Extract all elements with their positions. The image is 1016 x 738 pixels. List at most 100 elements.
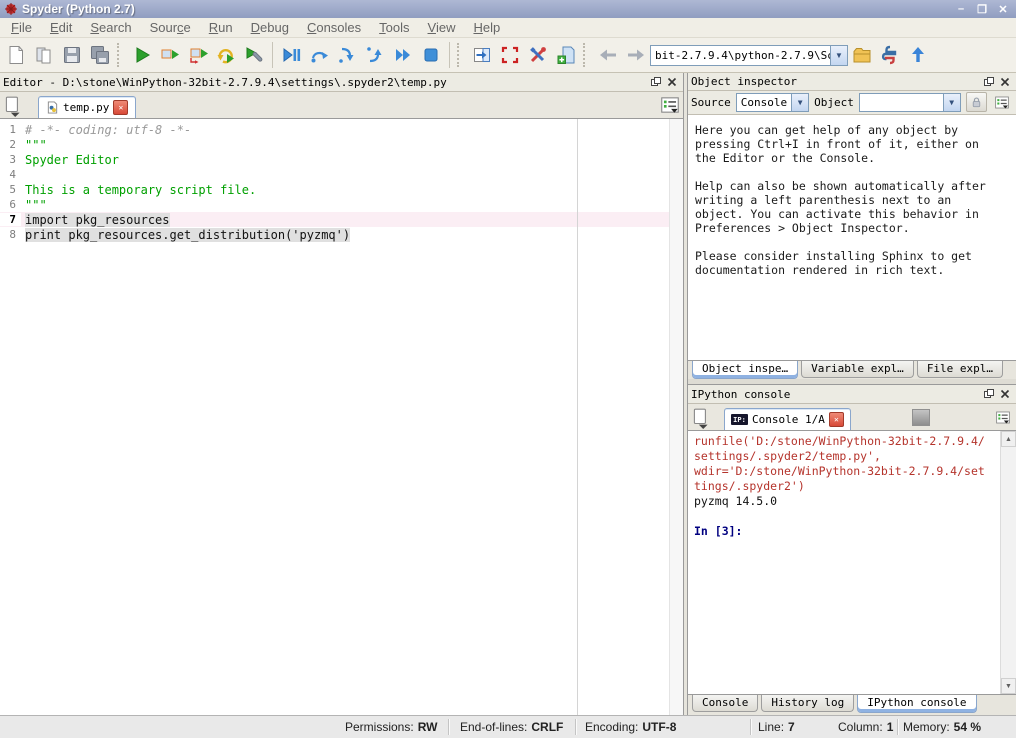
step-over-button[interactable] bbox=[305, 41, 333, 69]
close-tab-icon[interactable]: ✕ bbox=[113, 100, 128, 115]
code-editor[interactable]: 1# -*- coding: utf-8 -*-2"""3Spyder Edit… bbox=[0, 119, 683, 715]
continue-button[interactable] bbox=[389, 41, 417, 69]
tab-file-expl-[interactable]: File expl… bbox=[917, 361, 1003, 378]
browse-tabs-button[interactable] bbox=[2, 96, 24, 116]
open-file-button[interactable] bbox=[30, 41, 58, 69]
lock-button[interactable] bbox=[966, 92, 987, 112]
forward-button[interactable] bbox=[622, 41, 650, 69]
console-scrollbar[interactable]: ▲ ▼ bbox=[1000, 431, 1016, 694]
chevron-down-icon[interactable]: ▼ bbox=[943, 94, 960, 111]
minimize-button[interactable]: – bbox=[952, 2, 970, 16]
status-memory: Memory:54 % bbox=[903, 720, 981, 734]
line-number: 4 bbox=[0, 168, 21, 181]
open-directory-button[interactable] bbox=[848, 41, 876, 69]
code-line[interactable]: 2""" bbox=[0, 137, 683, 152]
code-line[interactable]: 8print pkg_resources.get_distribution('p… bbox=[0, 227, 683, 242]
inspector-help-text: Here you can get help of any object bypr… bbox=[688, 115, 1016, 360]
save-all-button[interactable] bbox=[86, 41, 114, 69]
python-path-manager-button[interactable] bbox=[552, 41, 580, 69]
chevron-down-icon[interactable]: ▼ bbox=[791, 94, 808, 111]
editor-scrollbar[interactable] bbox=[669, 119, 683, 715]
debug-button[interactable] bbox=[277, 41, 305, 69]
back-button[interactable] bbox=[594, 41, 622, 69]
chevron-down-icon[interactable]: ▼ bbox=[830, 46, 847, 65]
code-line[interactable]: 6""" bbox=[0, 197, 683, 212]
close-pane-icon[interactable] bbox=[664, 75, 680, 89]
console-tab-bar: IP: Console 1/A ✕ bbox=[688, 404, 1016, 431]
menu-debug[interactable]: Debug bbox=[242, 19, 298, 36]
new-file-button[interactable] bbox=[2, 41, 30, 69]
undock-pane-icon[interactable] bbox=[981, 75, 997, 89]
editor-options-button[interactable] bbox=[659, 95, 681, 115]
code-line[interactable]: 4 bbox=[0, 167, 683, 182]
main-toolbar: bit-2.7.9.4\python-2.7.9\Scripts ▼ bbox=[0, 38, 1016, 73]
spyder-app-icon bbox=[4, 2, 18, 16]
console-text: runfile('D:/stone/WinPython-32bit-2.7.9.… bbox=[688, 431, 1016, 539]
menu-tools[interactable]: Tools bbox=[370, 19, 418, 36]
code-line[interactable]: 5This is a temporary script file. bbox=[0, 182, 683, 197]
code-line[interactable]: 1# -*- coding: utf-8 -*- bbox=[0, 122, 683, 137]
line-number: 1 bbox=[0, 123, 21, 136]
step-into-button[interactable] bbox=[333, 41, 361, 69]
tab-variable-expl-[interactable]: Variable expl… bbox=[801, 361, 914, 378]
run-settings-button[interactable] bbox=[240, 41, 268, 69]
menu-help[interactable]: Help bbox=[464, 19, 509, 36]
undock-pane-icon[interactable] bbox=[981, 387, 997, 401]
browse-tabs-button[interactable] bbox=[690, 408, 712, 428]
menu-run[interactable]: Run bbox=[200, 19, 242, 36]
rerun-button[interactable] bbox=[212, 41, 240, 69]
editor-pane-title: Editor - D:\stone\WinPython-32bit-2.7.9.… bbox=[3, 76, 648, 89]
code-line[interactable]: 7import pkg_resources bbox=[0, 212, 683, 227]
console-tab[interactable]: IP: Console 1/A ✕ bbox=[724, 408, 851, 430]
scroll-up-icon[interactable]: ▲ bbox=[1001, 431, 1016, 447]
code-line[interactable]: 3Spyder Editor bbox=[0, 152, 683, 167]
inspector-options-button[interactable] bbox=[992, 92, 1013, 112]
close-pane-icon[interactable] bbox=[997, 75, 1013, 89]
set-console-directory-button[interactable] bbox=[876, 41, 904, 69]
console-options-button[interactable] bbox=[992, 407, 1014, 427]
tab-history-log[interactable]: History log bbox=[761, 695, 854, 712]
python-file-icon bbox=[46, 101, 59, 114]
fullscreen-button[interactable] bbox=[496, 41, 524, 69]
help-text-line: documentation rendered in rich text. bbox=[695, 263, 1014, 277]
run-cell-advance-button[interactable] bbox=[184, 41, 212, 69]
toolbar-handle bbox=[117, 43, 125, 67]
ipython-console-pane: IPython console IP: Console 1/A ✕ runfil… bbox=[688, 384, 1016, 715]
menu-edit[interactable]: Edit bbox=[41, 19, 81, 36]
tab-object-inspe-[interactable]: Object inspe… bbox=[692, 361, 798, 379]
run-button[interactable] bbox=[128, 41, 156, 69]
preferences-button[interactable] bbox=[524, 41, 552, 69]
menu-search[interactable]: Search bbox=[81, 19, 140, 36]
close-button[interactable]: ✕ bbox=[994, 2, 1012, 16]
toolbar-separator bbox=[272, 42, 273, 68]
save-button[interactable] bbox=[58, 41, 86, 69]
line-number: 6 bbox=[0, 198, 21, 211]
console-input-area[interactable]: runfile('D:/stone/WinPython-32bit-2.7.9.… bbox=[688, 431, 1016, 694]
maximize-pane-button[interactable] bbox=[468, 41, 496, 69]
toolbar-separator bbox=[449, 42, 450, 68]
menu-file[interactable]: File bbox=[2, 19, 41, 36]
restore-button[interactable]: ❐ bbox=[973, 2, 991, 16]
tab-console[interactable]: Console bbox=[692, 695, 758, 712]
toolbar-handle bbox=[583, 43, 591, 67]
menu-view[interactable]: View bbox=[419, 19, 465, 36]
working-directory-value: bit-2.7.9.4\python-2.7.9\Scripts bbox=[651, 49, 830, 62]
step-out-button[interactable] bbox=[361, 41, 389, 69]
close-pane-icon[interactable] bbox=[997, 387, 1013, 401]
status-permissions: Permissions:RW bbox=[345, 720, 437, 734]
interrupt-kernel-button[interactable] bbox=[912, 409, 930, 426]
run-cell-button[interactable] bbox=[156, 41, 184, 69]
undock-pane-icon[interactable] bbox=[648, 75, 664, 89]
working-directory-combo[interactable]: bit-2.7.9.4\python-2.7.9\Scripts ▼ bbox=[650, 45, 848, 66]
source-combo[interactable]: Console ▼ bbox=[736, 93, 809, 112]
menu-source[interactable]: Source bbox=[141, 19, 200, 36]
parent-directory-button[interactable] bbox=[904, 41, 932, 69]
menu-consoles[interactable]: Consoles bbox=[298, 19, 370, 36]
editor-tab-temp-py[interactable]: temp.py ✕ bbox=[38, 96, 136, 118]
stop-button[interactable] bbox=[417, 41, 445, 69]
tab-ipython-console[interactable]: IPython console bbox=[857, 695, 976, 713]
scroll-down-icon[interactable]: ▼ bbox=[1001, 678, 1016, 694]
object-combo[interactable]: ▼ bbox=[859, 93, 961, 112]
console-pane-header: IPython console bbox=[688, 385, 1016, 404]
close-tab-icon[interactable]: ✕ bbox=[829, 412, 844, 427]
